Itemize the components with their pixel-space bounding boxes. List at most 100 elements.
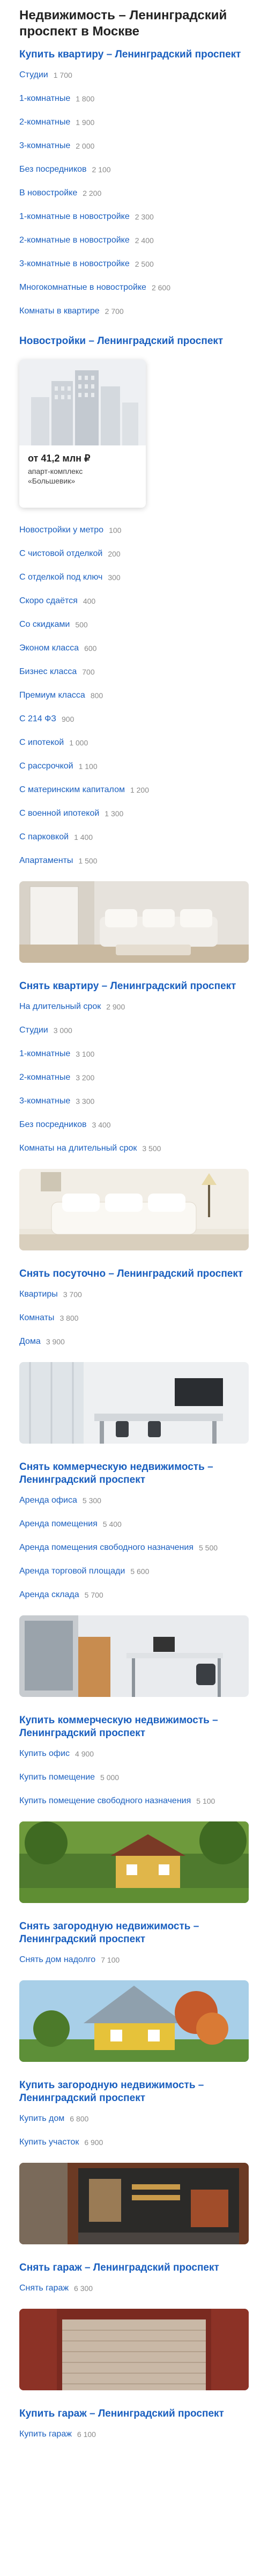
list-item[interactable]: 2-комнатные 3 200 <box>19 1066 249 1089</box>
list-item[interactable]: Премиум класса 800 <box>19 684 249 707</box>
list-item-label: Снять гараж <box>19 2284 69 2293</box>
list-rent-daily: Квартиры 3 700 Комнаты 3 800 Дома 3 900 <box>19 1283 249 1353</box>
list-item-label: Аренда офиса <box>19 1496 77 1505</box>
list-item[interactable]: В новостройке 2 200 <box>19 181 249 205</box>
list-item-label: С отделкой под ключ <box>19 573 103 582</box>
list-item[interactable]: Купить участок 6 900 <box>19 2131 249 2154</box>
list-item[interactable]: 3-комнатные 3 300 <box>19 1089 249 1113</box>
list-item[interactable]: Купить офис 4 900 <box>19 1742 249 1766</box>
list-item-label: Купить дом <box>19 2114 65 2123</box>
section-title-buy-country[interactable]: Купить загородную недвижимость – Ленингр… <box>19 2079 249 2105</box>
section-title-rent-country[interactable]: Снять загородную недвижимость – Ленингра… <box>19 1920 249 1946</box>
list-item[interactable]: С ипотекой 1 000 <box>19 731 249 755</box>
new-building-card[interactable]: от 41,2 млн ₽ апарт-комплекс «Большевик» <box>19 360 146 508</box>
list-item[interactable]: С чистовой отделкой 200 <box>19 542 249 566</box>
sofa-photo <box>19 1169 249 1250</box>
list-item[interactable]: С парковкой 1 400 <box>19 825 249 849</box>
list-item-count: 6 100 <box>77 2430 96 2439</box>
list-item[interactable]: Купить дом 6 800 <box>19 2107 249 2131</box>
list-item[interactable]: Аренда склада 5 700 <box>19 1583 249 1607</box>
list-item[interactable]: С военной ипотекой 1 300 <box>19 802 249 825</box>
list-item-count: 3 100 <box>76 1050 95 1058</box>
list-item[interactable]: Купить помещение 5 000 <box>19 1766 249 1789</box>
list-item-count: 3 500 <box>142 1144 161 1153</box>
list-item[interactable]: Аренда офиса 5 300 <box>19 1489 249 1512</box>
list-item[interactable]: Аренда помещения 5 400 <box>19 1512 249 1536</box>
section-title-new-buildings[interactable]: Новостройки – Ленинградский проспект <box>19 335 249 348</box>
list-item-count: 1 800 <box>76 94 95 103</box>
new-building-price: от 41,2 млн ₽ <box>28 453 91 464</box>
section-title-buy-garage[interactable]: Купить гараж – Ленинградский проспект <box>19 2407 249 2420</box>
list-new-buildings: Новостройки у метро 100 С чистовой отделко… <box>19 518 249 873</box>
section-title-buy-apartment[interactable]: Купить квартиру – Ленинградский проспект <box>19 48 249 61</box>
list-item[interactable]: 2-комнатные в новостройке 2 400 <box>19 229 249 252</box>
list-item-label: С 214 ФЗ <box>19 714 56 723</box>
list-item[interactable]: Купить помещение свободного назначения 5 … <box>19 1789 249 1813</box>
section-title-rent-commercial[interactable]: Снять коммерческую недвижимость – Ленинг… <box>19 1461 249 1487</box>
list-item-count: 6 900 <box>84 2138 103 2147</box>
list-item[interactable]: 3-комнатные 2 000 <box>19 134 249 158</box>
list-item[interactable]: Купить гараж 6 100 <box>19 2423 249 2446</box>
list-item[interactable]: Без посредников 3 400 <box>19 1113 249 1137</box>
list-item-count: 500 <box>75 620 88 629</box>
section-title-buy-commercial[interactable]: Купить коммерческую недвижимость – Ленин… <box>19 1714 249 1740</box>
list-item-count: 2 400 <box>135 236 154 245</box>
list-item[interactable]: Эконом класса 600 <box>19 636 249 660</box>
list-item[interactable]: Скоро сдаётся 400 <box>19 589 249 613</box>
list-item[interactable]: Многокомнатные в новостройке 2 600 <box>19 276 249 299</box>
list-item[interactable]: Студии 3 000 <box>19 1019 249 1042</box>
list-item-label: 1-комнатные <box>19 1049 71 1058</box>
list-item-count: 3 300 <box>76 1097 95 1106</box>
list-rent-garage: Снять гараж 6 300 <box>19 2277 249 2300</box>
list-item[interactable]: 1-комнатные в новостройке 2 300 <box>19 205 249 229</box>
new-building-type: апарт-комплекс <box>28 467 83 475</box>
list-item-count: 1 300 <box>105 809 124 818</box>
list-item-count: 5 600 <box>130 1567 150 1576</box>
list-item[interactable]: С материнским капиталом 1 200 <box>19 778 249 802</box>
list-item[interactable]: Студии 1 700 <box>19 63 249 87</box>
list-item[interactable]: Снять дом надолго 7 100 <box>19 1948 249 1972</box>
list-item-count: 5 000 <box>100 1773 120 1782</box>
list-item[interactable]: С 214 ФЗ 900 <box>19 707 249 731</box>
list-item-label: В новостройке <box>19 188 78 197</box>
list-item[interactable]: Без посредников 2 100 <box>19 158 249 181</box>
list-item-count: 900 <box>61 715 75 723</box>
list-item[interactable]: Аренда помещения свободного назначения 5 … <box>19 1536 249 1560</box>
list-item-label: Аренда помещения <box>19 1519 98 1528</box>
list-item[interactable]: Снять гараж 6 300 <box>19 2277 249 2300</box>
country-house-photo <box>19 1821 249 1903</box>
section-title-rent-daily[interactable]: Снять посуточно – Ленинградский проспект <box>19 1268 249 1280</box>
office-photo <box>19 1362 249 1444</box>
list-item-label: Купить участок <box>19 2138 79 2147</box>
section-title-rent-garage[interactable]: Снять гараж – Ленинградский проспект <box>19 2262 249 2274</box>
list-item-label: Эконом класса <box>19 643 79 653</box>
list-item-count: 5 300 <box>82 1496 101 1505</box>
list-buy-commercial: Купить офис 4 900 Купить помещение 5 000 Куп… <box>19 1742 249 1813</box>
list-item[interactable]: 1-комнатные 3 100 <box>19 1042 249 1066</box>
list-item-label: Дома <box>19 1337 41 1346</box>
list-item[interactable]: Комнаты 3 800 <box>19 1306 249 1330</box>
list-item[interactable]: Аренда торговой площади 5 600 <box>19 1560 249 1583</box>
section-title-rent-apartment[interactable]: Снять квартиру – Ленинградский проспект <box>19 980 249 993</box>
list-item-label: С чистовой отделкой <box>19 549 103 558</box>
list-item-count: 3 700 <box>63 1290 82 1299</box>
list-item[interactable]: Дома 3 900 <box>19 1330 249 1353</box>
list-item[interactable]: 2-комнатные 1 900 <box>19 111 249 134</box>
list-item[interactable]: Новостройки у метро 100 <box>19 518 249 542</box>
living-room-photo <box>19 881 249 963</box>
list-rent-commercial: Аренда офиса 5 300 Аренда помещения 5 400 Ар… <box>19 1489 249 1607</box>
list-item[interactable]: Комнаты в квартире 2 700 <box>19 299 249 323</box>
list-item-label: Купить помещение <box>19 1773 95 1782</box>
list-item[interactable]: 1-комнатные 1 800 <box>19 87 249 111</box>
list-item-label: Аренда помещения свободного назначения <box>19 1543 193 1552</box>
list-buy-country: Купить дом 6 800 Купить участок 6 900 <box>19 2107 249 2154</box>
list-item[interactable]: Со скидками 500 <box>19 613 249 636</box>
list-item[interactable]: Апартаменты 1 500 <box>19 849 249 873</box>
list-item[interactable]: С отделкой под ключ 300 <box>19 566 249 589</box>
list-item[interactable]: Квартиры 3 700 <box>19 1283 249 1306</box>
list-item[interactable]: 3-комнатные в новостройке 2 500 <box>19 252 249 276</box>
list-item[interactable]: Комнаты на длительный срок 3 500 <box>19 1137 249 1160</box>
list-item[interactable]: На длительный срок 2 900 <box>19 995 249 1019</box>
list-item[interactable]: С рассрочкой 1 100 <box>19 755 249 778</box>
list-item[interactable]: Бизнес класса 700 <box>19 660 249 684</box>
